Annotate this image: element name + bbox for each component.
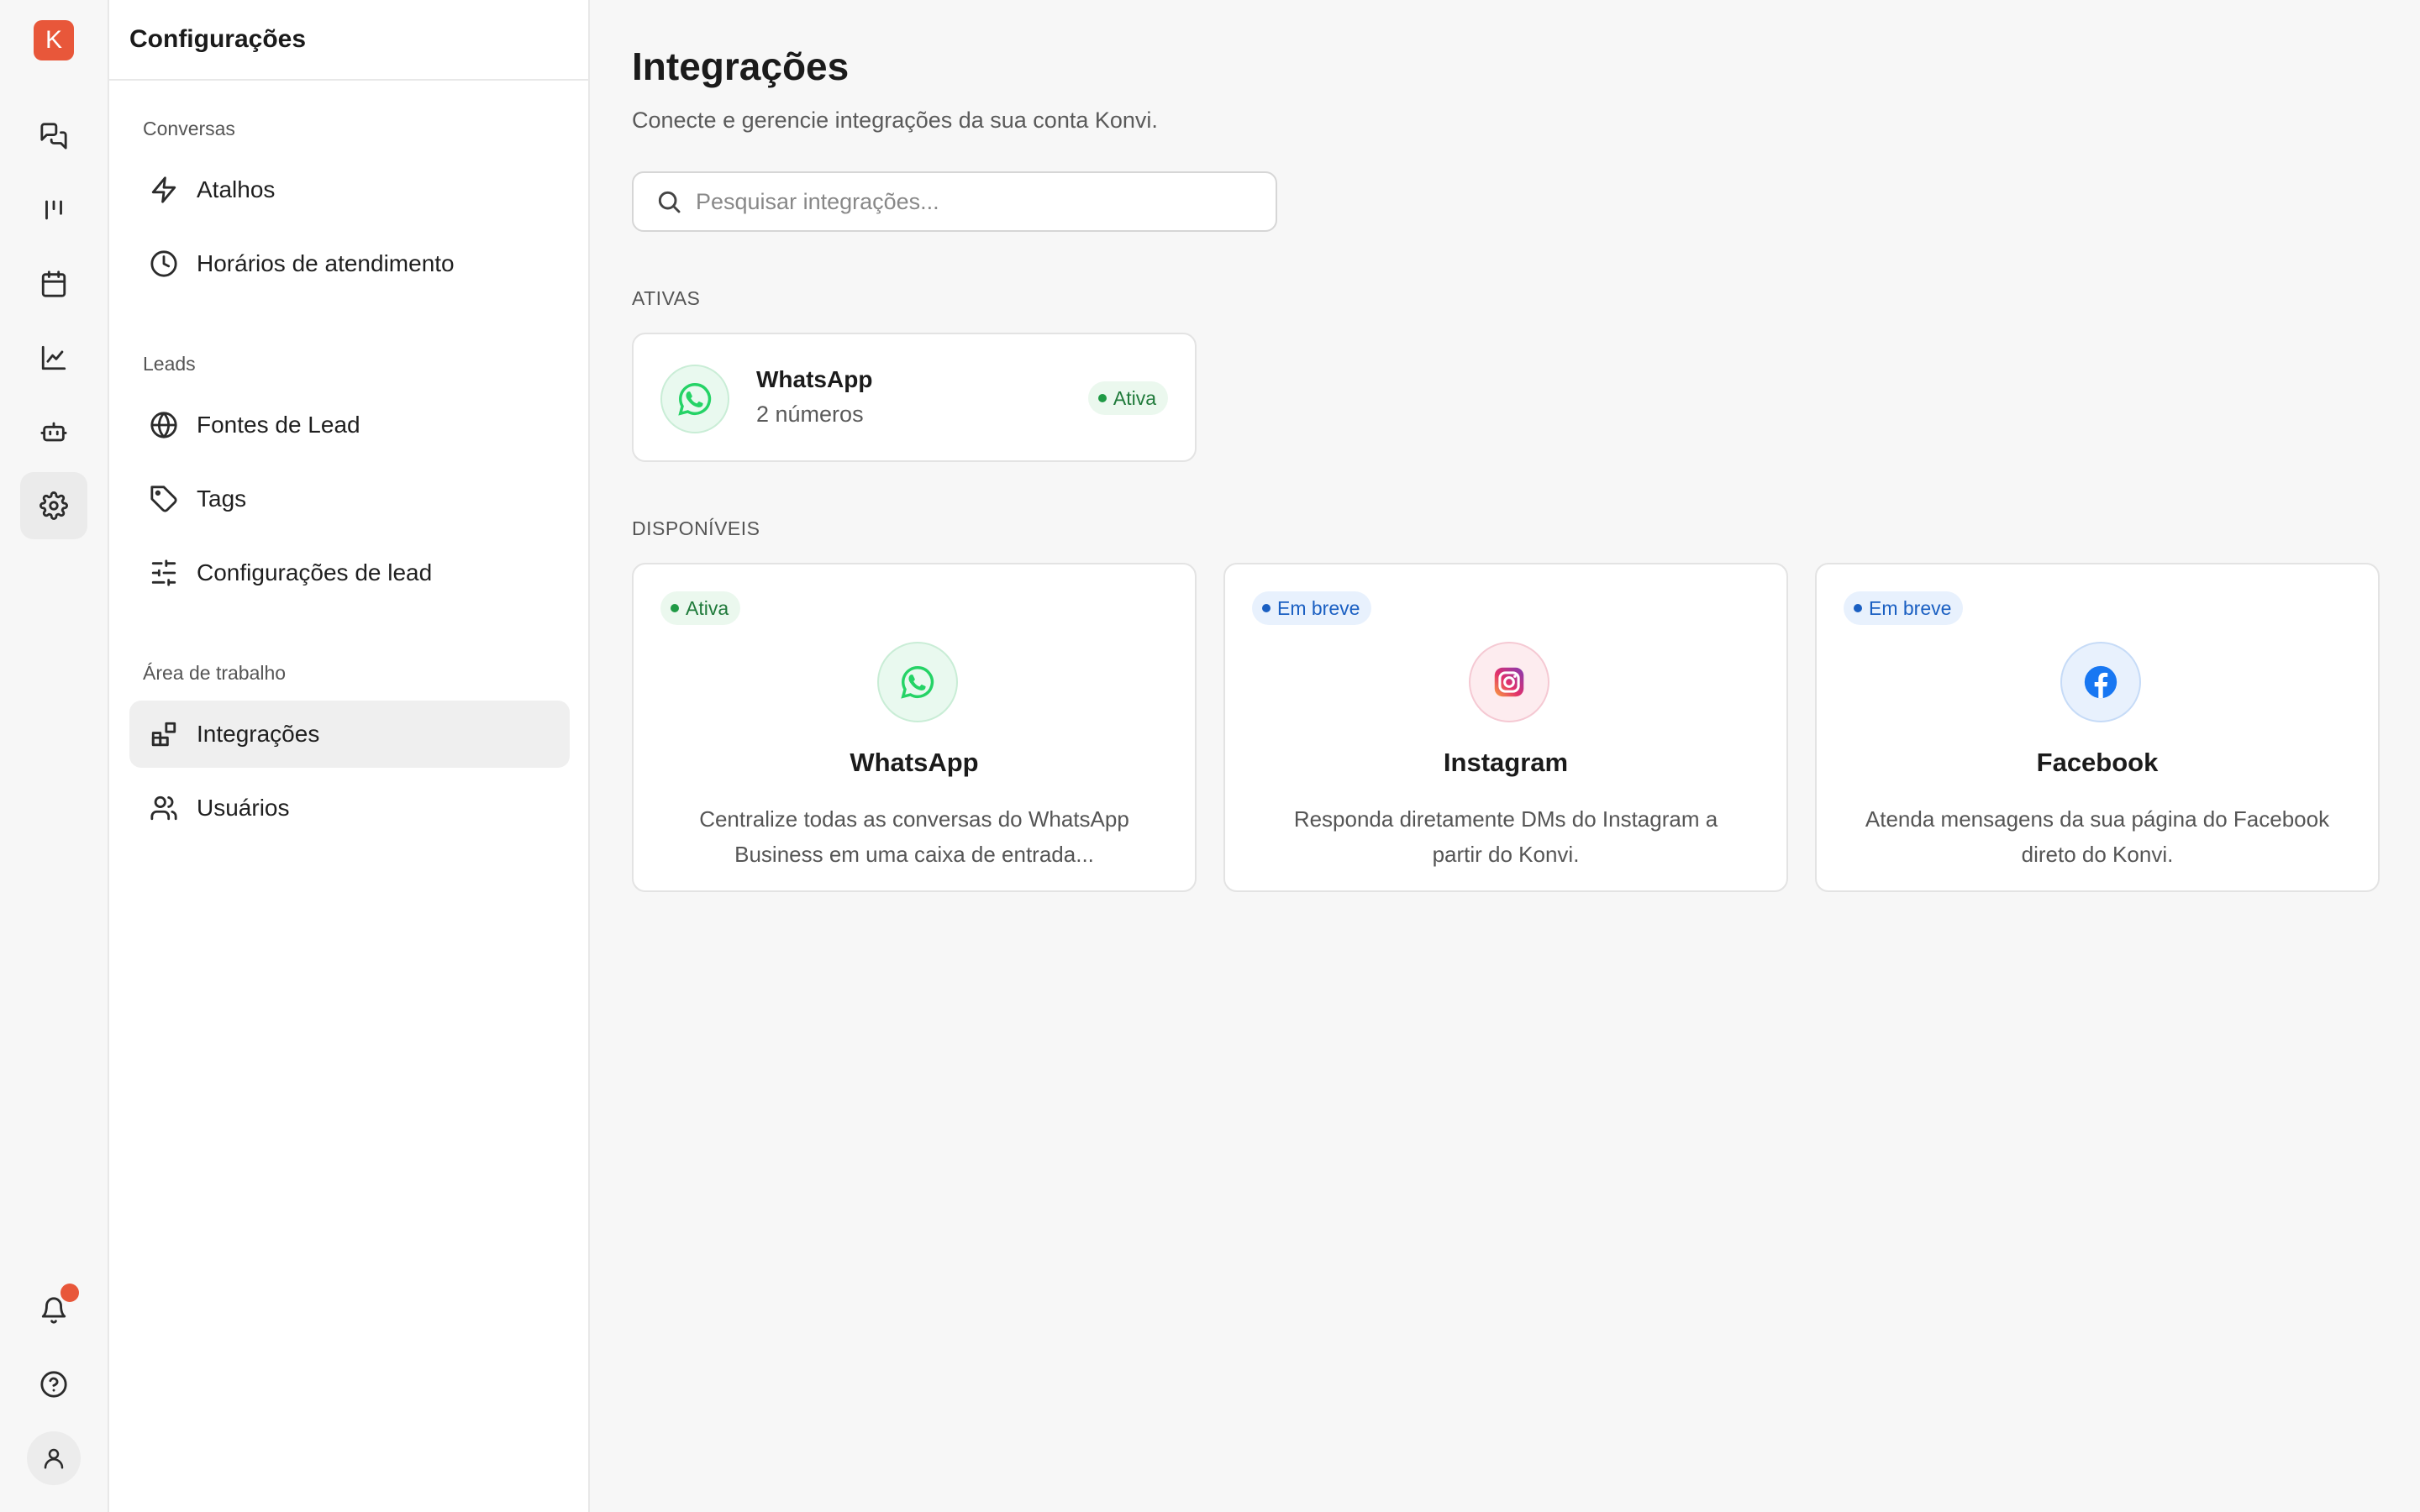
sidebar-item-label: Horários de atendimento [197, 250, 455, 276]
users-icon [150, 795, 177, 821]
sidebar-title: Configurações [129, 25, 307, 53]
integration-card-facebook[interactable]: Em breve Facebook Atenda mensagens da su… [1815, 563, 2380, 892]
integration-card-description: Centralize todas as conversas do WhatsAp… [699, 806, 1129, 867]
sidebar-item-label: Fontes de Lead [197, 412, 360, 438]
status-label: Ativa [686, 596, 729, 619]
integration-card-description: Atenda mensagens da sua página do Facebo… [1865, 806, 2330, 867]
search-box[interactable] [632, 171, 1277, 232]
integration-card-name: Facebook [2036, 748, 2159, 777]
status-label: Em breve [1869, 596, 1952, 619]
sidebar-item-configuracoes-de-lead[interactable]: Configurações de lead [129, 539, 570, 606]
user-avatar-button[interactable] [27, 1431, 81, 1485]
section-label-conversas: Conversas [143, 118, 235, 139]
sidebar-header: Configurações [109, 0, 588, 81]
instagram-icon-circle [1469, 642, 1549, 722]
whatsapp-icon [901, 666, 934, 699]
app-logo[interactable]: K [34, 20, 74, 60]
facebook-icon-circle [2060, 642, 2141, 722]
section-label-leads: Leads [143, 353, 196, 375]
icon-rail: K [0, 0, 109, 1512]
status-dot [1854, 604, 1862, 612]
integration-card-description: Responda diretamente DMs do Instagram a … [1293, 806, 1718, 867]
sidebar-item-tags[interactable]: Tags [129, 465, 570, 533]
sidebar-item-usuarios[interactable]: Usuários [129, 774, 570, 842]
pipeline-button[interactable] [20, 176, 87, 244]
whatsapp-icon-circle [877, 642, 958, 722]
sidebar-item-label: Tags [197, 486, 247, 512]
notifications-button[interactable] [20, 1277, 87, 1344]
section-label-area-de-trabalho: Área de trabalho [143, 662, 287, 684]
bots-button[interactable] [20, 398, 87, 465]
status-badge: Em breve [1844, 591, 1964, 625]
kanban-icon [45, 200, 62, 220]
settings-sidebar: Configurações Conversas Atalhos Horários… [109, 0, 590, 1512]
available-section-label: DISPONÍVEIS [632, 517, 760, 539]
integration-card-instagram[interactable]: Em breve Instagram Responda diretamente … [1223, 563, 1788, 892]
integration-card-name: Instagram [1443, 748, 1569, 777]
whatsapp-icon-circle [660, 365, 729, 433]
search-icon [658, 191, 681, 213]
sliders-icon [151, 559, 176, 586]
clock-icon [150, 250, 177, 277]
active-integration-whatsapp[interactable]: WhatsApp 2 números Ativa [632, 333, 1197, 462]
status-label: Ativa [1113, 386, 1156, 409]
gear-icon [39, 491, 68, 520]
active-section-label: ATIVAS [632, 287, 701, 309]
active-integration-detail: 2 números [756, 402, 864, 427]
status-badge: Ativa [1087, 381, 1168, 415]
calendar-icon [41, 270, 66, 297]
status-dot [1097, 394, 1107, 402]
sidebar-item-label: Atalhos [197, 176, 276, 202]
page-title: Integrações [632, 45, 850, 88]
status-dot [671, 604, 679, 612]
sidebar-item-atalhos[interactable]: Atalhos [129, 156, 570, 223]
sidebar-item-integracoes[interactable]: Integrações [129, 701, 570, 768]
sidebar-item-horarios[interactable]: Horários de atendimento [129, 230, 570, 297]
status-badge: Em breve [1252, 591, 1372, 625]
instagram-icon [1494, 667, 1524, 697]
search-input[interactable] [696, 188, 1276, 215]
sidebar-item-fontes-de-lead[interactable]: Fontes de Lead [129, 391, 570, 459]
status-label: Em breve [1277, 596, 1360, 619]
main-content: Integrações Conecte e gerencie integraçõ… [590, 0, 2420, 1512]
tag-icon [150, 486, 177, 512]
status-dot [1262, 604, 1270, 612]
chart-line-icon [41, 345, 66, 370]
facebook-icon [2084, 665, 2118, 699]
sidebar-item-label: Usuários [197, 795, 290, 821]
integration-card-name: WhatsApp [850, 748, 979, 777]
globe-icon [150, 412, 177, 438]
conversations-button[interactable] [20, 102, 87, 170]
notification-dot [60, 1284, 79, 1302]
chat-bubbles-icon [40, 123, 67, 150]
page-subtitle: Conecte e gerencie integrações da sua co… [632, 108, 1158, 133]
integrations-icon [151, 722, 176, 747]
whatsapp-icon [678, 383, 712, 416]
robot-icon [40, 422, 67, 442]
reports-button[interactable] [20, 324, 87, 391]
help-button[interactable] [20, 1351, 87, 1418]
bolt-icon [151, 176, 176, 203]
sidebar-item-label: Configurações de lead [197, 559, 433, 585]
calendar-button[interactable] [20, 250, 87, 318]
settings-button[interactable] [20, 472, 87, 539]
help-icon [40, 1371, 67, 1398]
integration-card-whatsapp[interactable]: Ativa WhatsApp Centralize todas as conve… [632, 563, 1197, 892]
user-icon [44, 1448, 64, 1469]
sidebar-item-label: Integrações [197, 721, 320, 747]
status-badge: Ativa [660, 591, 741, 625]
active-integration-name: WhatsApp [756, 366, 873, 392]
